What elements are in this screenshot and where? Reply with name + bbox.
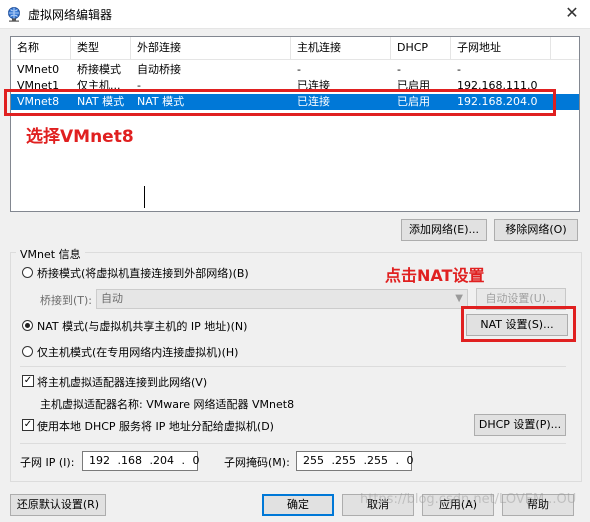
connect-adapter-checkbox[interactable]: ✓ — [22, 375, 34, 387]
table-row[interactable]: VMnet0 桥接模式 自动桥接 - - - — [11, 62, 579, 78]
add-network-button[interactable]: 添加网络(E)... — [401, 219, 487, 241]
annotation-select-vmnet8: 选择VMnet8 — [26, 127, 134, 147]
bridged-to-dropdown[interactable]: 自动 ▼ — [96, 289, 468, 309]
remove-network-button[interactable]: 移除网络(O) — [494, 219, 578, 241]
cell-host: - — [297, 63, 301, 76]
divider — [20, 443, 566, 444]
subnet-mask-input[interactable]: 255 .255 .255 . 0 — [296, 451, 413, 471]
bridged-mode-label[interactable]: 桥接模式(将虚拟机直接连接到外部网络)(B) — [37, 265, 249, 281]
use-dhcp-label[interactable]: 使用本地 DHCP 服务将 IP 地址分配给虚拟机(D) — [37, 418, 274, 434]
text-cursor — [144, 186, 145, 208]
column-header-external[interactable]: 外部连接 — [131, 37, 291, 59]
watermark-text: https://blog.csdn.net/LOVEM...OU — [360, 492, 577, 507]
nat-mode-radio[interactable] — [22, 320, 33, 331]
close-icon[interactable]: ✕ — [560, 2, 584, 24]
annotation-click-nat: 点击NAT设置 — [385, 266, 485, 285]
host-only-mode-label[interactable]: 仅主机模式(在专用网络内连接虚拟机)(H) — [37, 344, 238, 360]
subnet-mask-label: 子网掩码(M): — [224, 456, 290, 469]
ok-button[interactable]: 确定 — [262, 494, 334, 516]
restore-defaults-button[interactable]: 还原默认设置(R) — [10, 494, 106, 516]
nat-settings-button[interactable]: NAT 设置(S)... — [466, 314, 568, 336]
bridged-to-value: 自动 — [101, 292, 123, 305]
cell-type: 桥接模式 — [77, 63, 121, 76]
vmnet-info-group — [10, 252, 582, 482]
subnet-ip-label: 子网 IP (I): — [20, 456, 75, 469]
cell-subnet: - — [457, 63, 461, 76]
subnet-ip-input[interactable]: 192 .168 .204 . 0 — [82, 451, 199, 471]
dhcp-settings-button[interactable]: DHCP 设置(P)... — [474, 414, 566, 436]
column-header-name[interactable]: 名称 — [11, 37, 71, 59]
host-only-mode-radio[interactable] — [22, 346, 33, 357]
vmnet-info-label: VMnet 信息 — [16, 246, 85, 262]
cell-name: VMnet0 — [17, 63, 60, 76]
divider — [20, 366, 566, 367]
list-header: 名称 类型 外部连接 主机连接 DHCP 子网地址 — [11, 37, 579, 60]
column-header-subnet[interactable]: 子网地址 — [451, 37, 551, 59]
connect-adapter-label[interactable]: 将主机虚拟适配器连接到此网络(V) — [37, 374, 207, 390]
nat-mode-label[interactable]: NAT 模式(与虚拟机共享主机的 IP 地址)(N) — [37, 318, 247, 334]
bridged-mode-radio[interactable] — [22, 267, 33, 278]
cell-external: 自动桥接 — [137, 63, 181, 76]
use-dhcp-checkbox[interactable]: ✓ — [22, 419, 34, 431]
column-header-host[interactable]: 主机连接 — [291, 37, 391, 59]
network-globe-icon — [8, 7, 20, 22]
adapter-name-text: 主机虚拟适配器名称: VMware 网络适配器 VMnet8 — [40, 398, 295, 411]
bridged-to-label: 桥接到(T): — [40, 294, 93, 307]
cell-dhcp: - — [397, 63, 401, 76]
window-title: 虚拟网络编辑器 — [28, 8, 113, 22]
column-header-dhcp[interactable]: DHCP — [391, 37, 451, 59]
column-header-type[interactable]: 类型 — [71, 37, 131, 59]
annotation-highlight-vmnet8 — [4, 89, 556, 116]
